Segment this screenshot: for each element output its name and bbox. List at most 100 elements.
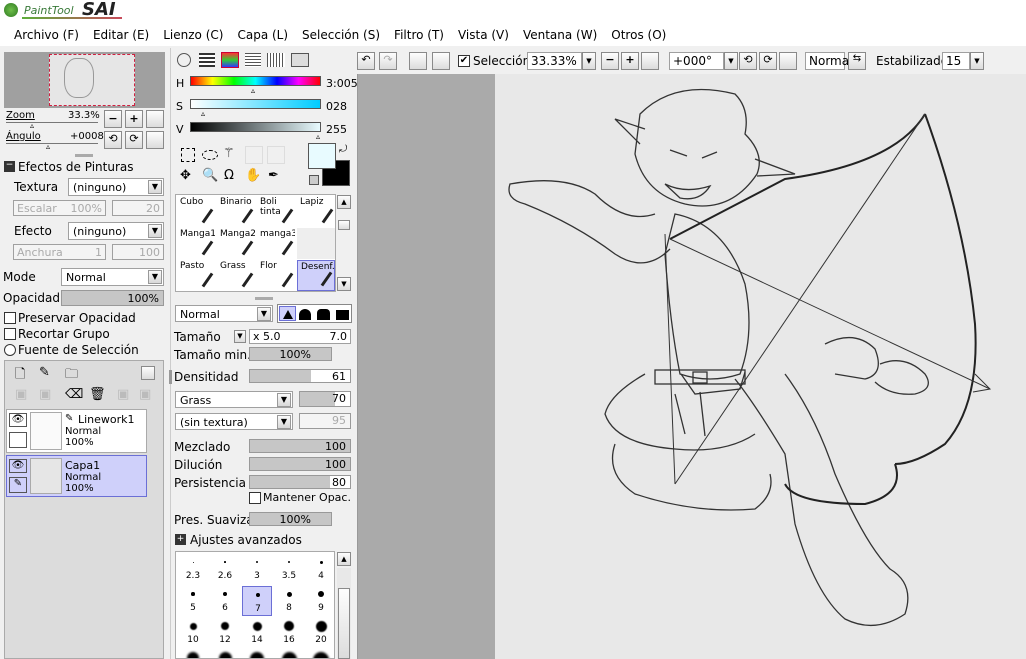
zoom-dropdown-button[interactable]: ▼ <box>582 52 596 70</box>
size-scroll-thumb[interactable] <box>338 588 350 659</box>
zoom-field[interactable]: 33.33% <box>527 52 582 70</box>
brush-size-cell[interactable]: 8 <box>274 586 304 616</box>
menu-capa[interactable]: Capa (L) <box>231 24 296 46</box>
brush-lock-icon[interactable]: ✎ <box>9 477 27 493</box>
brush-shape-hard-icon[interactable] <box>279 306 296 321</box>
angle-slider-thumb[interactable]: ▵ <box>46 142 50 151</box>
redo-button[interactable]: ↷ <box>379 52 397 70</box>
texture-select[interactable]: (ninguno) ▼ <box>68 178 164 196</box>
menu-ventana[interactable]: Ventana (W) <box>517 24 605 46</box>
nav-rotate-left-button[interactable]: ⟲ <box>104 131 122 149</box>
menu-filtro[interactable]: Filtro (T) <box>388 24 452 46</box>
stabilizer-field[interactable]: 15 <box>942 52 970 70</box>
rotate-left-button[interactable]: ⟲ <box>739 52 757 70</box>
transparent-color-icon[interactable] <box>309 175 319 185</box>
eye-icon[interactable]: 👁 <box>9 413 27 427</box>
undo-button[interactable]: ↶ <box>357 52 375 70</box>
brush-tool-binario[interactable]: Binario <box>217 196 255 227</box>
brush-size-cell[interactable]: 3.5 <box>274 554 304 584</box>
expand-advanced-icon[interactable]: + <box>175 534 186 545</box>
size-field[interactable]: x 5.0 7.0 <box>249 329 351 344</box>
move-icon[interactable]: ✥ <box>180 168 191 183</box>
selection-source-checkbox[interactable] <box>4 344 16 356</box>
flip-button[interactable]: ⇆ <box>848 52 866 70</box>
density-slider[interactable]: 61 <box>249 369 351 383</box>
brush-texture-select[interactable]: (sin textura) ▼ <box>175 413 293 430</box>
brush-size-cell[interactable]: 14 <box>242 618 272 648</box>
zoom-out-button[interactable]: − <box>601 52 619 70</box>
brush-shape-selector[interactable] <box>277 304 352 323</box>
brush-tool-flor[interactable]: Flor <box>257 260 295 291</box>
rotate-tool-icon[interactable]: Ω <box>224 168 234 183</box>
brush-size-cell[interactable]: 7 <box>242 586 272 616</box>
nav-zoom-out-button[interactable]: − <box>104 110 122 128</box>
scratchpad-tab[interactable] <box>291 53 309 67</box>
merge-visible-icon[interactable]: ▣ <box>117 387 129 402</box>
delete-layer-icon[interactable]: 🗑 <box>89 387 106 402</box>
menu-archivo[interactable]: Archivo (F) <box>0 24 87 46</box>
brush-tool-manga3[interactable]: manga3 <box>257 228 295 259</box>
new-folder-icon[interactable]: 🗀 <box>65 365 78 387</box>
brush-size-cell[interactable]: 12 <box>210 618 240 648</box>
advanced-label[interactable]: Ajustes avanzados <box>190 533 302 547</box>
zoom-slider-thumb[interactable]: ▵ <box>30 121 34 130</box>
stabilizer-dropdown-button[interactable]: ▼ <box>970 52 984 70</box>
s-slider[interactable] <box>190 99 321 109</box>
invert-selection-button[interactable] <box>432 52 450 70</box>
swap-colors-icon[interactable]: ⤾ <box>339 144 347 155</box>
nav-rotate-reset-button[interactable] <box>146 131 164 149</box>
angle-dropdown-button[interactable]: ▼ <box>724 52 738 70</box>
layer-row[interactable]: 👁 ✎ Linework1 Normal 100% <box>6 409 147 453</box>
persistence-slider[interactable]: 80 <box>249 475 351 489</box>
brush-size-cell[interactable]: 10 <box>178 618 208 648</box>
brush-size-cell[interactable]: 9 <box>306 586 334 616</box>
brush-tool-boli-tinta[interactable]: Boli tinta <box>257 196 295 227</box>
zoom-reset-button[interactable] <box>641 52 659 70</box>
collapse-effects-icon[interactable]: − <box>4 161 15 172</box>
dilution-slider[interactable]: 100 <box>249 457 351 471</box>
menu-editar[interactable]: Editar (E) <box>87 24 157 46</box>
brush-tool-manga1[interactable]: Manga1 <box>177 228 215 259</box>
s-slider-thumb[interactable]: ▵ <box>201 109 205 118</box>
v-slider[interactable] <box>190 122 321 132</box>
smooth-slider[interactable]: 100% <box>249 512 332 526</box>
blend-slider[interactable]: 100 <box>249 439 351 453</box>
layer-row-selected[interactable]: 👁 ✎ Capa1 Normal 100% <box>6 455 147 497</box>
brush-tool-grass[interactable]: Grass <box>217 260 255 291</box>
brush-size-cell[interactable]: 6 <box>210 586 240 616</box>
brush-tool-desenf[interactable]: Desenf. <box>297 260 335 291</box>
eye-icon[interactable]: 👁 <box>9 459 27 473</box>
navigator-preview[interactable] <box>4 52 165 108</box>
brush-scroll-down[interactable]: ▼ <box>337 277 351 291</box>
brush-shape-soft-icon[interactable] <box>299 309 311 320</box>
panel-divider[interactable] <box>75 154 93 157</box>
v-slider-thumb[interactable]: ▵ <box>316 132 320 141</box>
brush-shape-select[interactable]: Grass ▼ <box>175 391 293 408</box>
brush-size-cell[interactable]: 4 <box>306 554 334 584</box>
h-slider-thumb[interactable]: ▵ <box>251 86 255 95</box>
blend-mode-field[interactable]: Normal <box>805 52 852 70</box>
preserve-opacity-checkbox[interactable] <box>4 312 16 324</box>
zoom-slider[interactable] <box>6 122 98 123</box>
size-mult-dropdown[interactable]: ▼ <box>234 330 246 343</box>
min-size-slider[interactable]: 100% <box>249 347 332 361</box>
canvas-area[interactable] <box>357 74 1026 659</box>
zoom-in-button[interactable]: + <box>621 52 639 70</box>
primary-color-swatch[interactable] <box>308 143 336 169</box>
menu-otros[interactable]: Otros (O) <box>605 24 674 46</box>
nav-zoom-reset-button[interactable] <box>146 110 164 128</box>
palette-tab[interactable] <box>267 53 285 67</box>
effect-select[interactable]: (ninguno) ▼ <box>68 222 164 240</box>
h-slider[interactable] <box>190 76 321 86</box>
selection-checkbox[interactable]: ✔ <box>458 55 470 67</box>
brush-size-cell[interactable]: 5 <box>178 586 208 616</box>
rotate-reset-button[interactable] <box>779 52 797 70</box>
menu-vista[interactable]: Vista (V) <box>452 24 517 46</box>
menu-lienzo[interactable]: Lienzo (C) <box>157 24 231 46</box>
zoom-tool-icon[interactable]: 🔍 <box>202 168 218 183</box>
brush-tool-manga2[interactable]: Manga2 <box>217 228 255 259</box>
color-wheel-tab[interactable] <box>177 53 191 67</box>
deselect-button[interactable] <box>409 52 427 70</box>
clip-group-checkbox[interactable] <box>4 328 16 340</box>
layer-mask-button[interactable] <box>141 366 155 380</box>
